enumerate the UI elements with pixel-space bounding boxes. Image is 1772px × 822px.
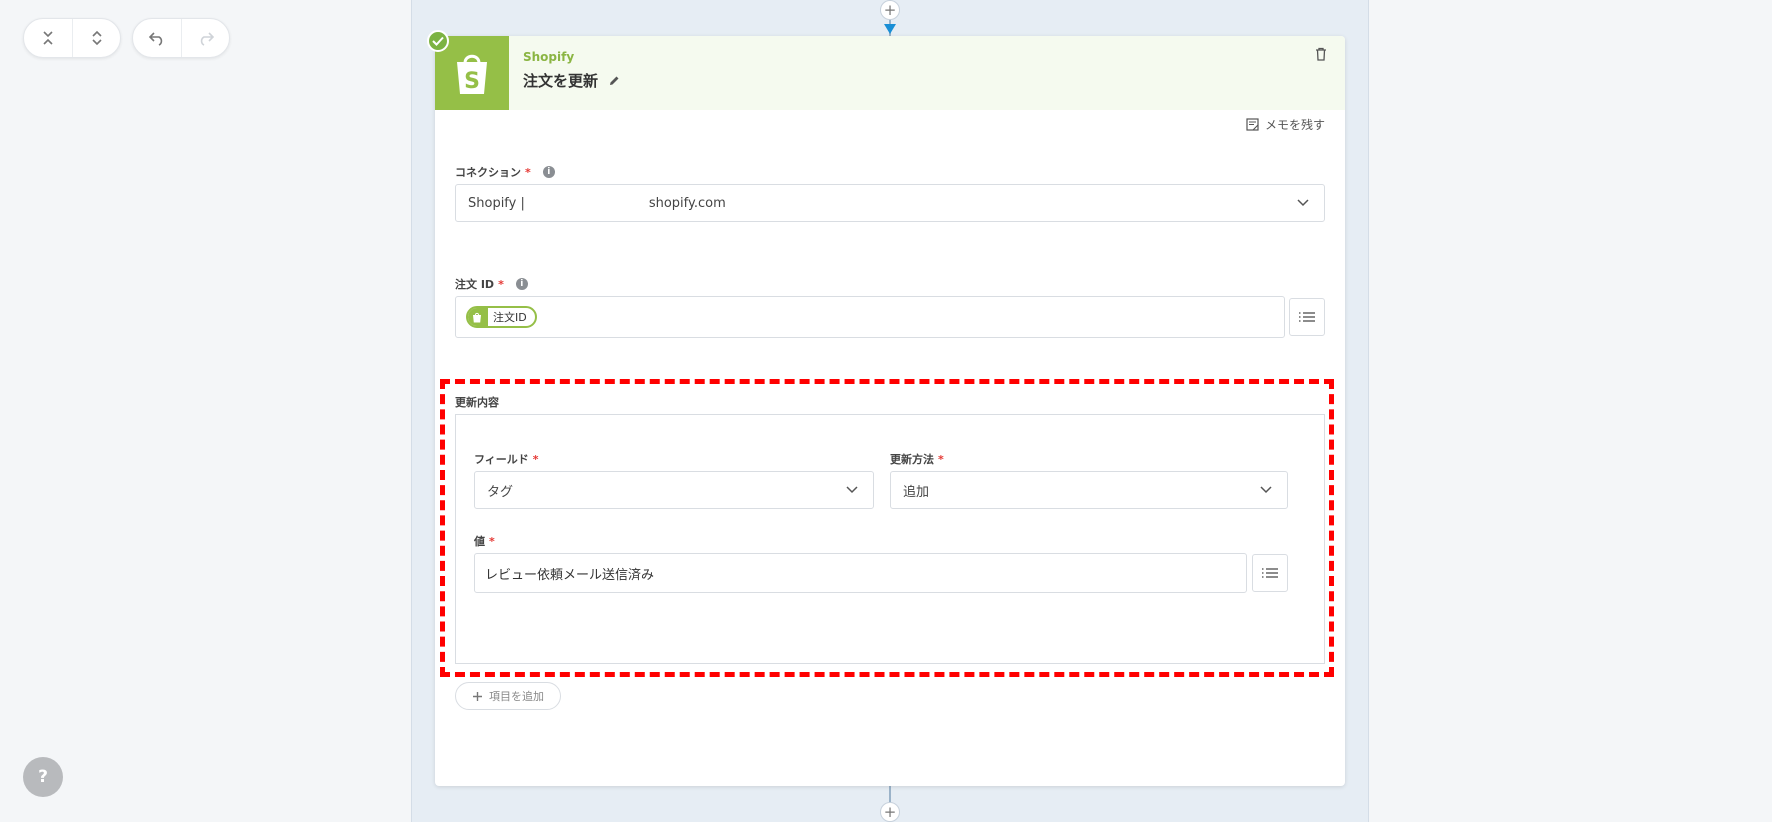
card-header: S Shopify 注文を更新 [427,30,1345,110]
undo-button[interactable] [133,19,181,57]
expand-all-button[interactable] [72,19,120,57]
info-icon[interactable]: i [515,278,528,290]
connection-label: コネクション * i [455,164,555,180]
plus-icon: + [883,802,897,821]
completed-check-icon [427,30,449,52]
order-id-label: 注文 ID * i [455,276,528,292]
help-button[interactable]: ? [23,757,63,797]
help-label: ? [38,767,48,787]
connection-label-text: コネクション [455,166,521,179]
app-name: Shopify [523,50,575,64]
order-id-variable-picker-button[interactable] [1289,298,1325,336]
add-step-top-button[interactable]: + [880,0,900,20]
required-mark: * [498,277,504,291]
add-item-label: 項目を追加 [489,690,544,703]
required-mark: * [525,165,531,179]
order-id-input[interactable]: 注文ID [455,296,1285,338]
action-title: 注文を更新 [523,70,620,91]
delete-step-button[interactable] [1315,46,1327,65]
add-item-button[interactable]: 項目を追加 [455,682,561,710]
collapse-all-button[interactable] [24,19,72,57]
redo-button[interactable] [181,19,229,57]
chip-label: 注文ID [493,311,527,324]
undo-icon [148,32,163,46]
edit-pencil-icon[interactable] [608,75,620,87]
redo-icon [200,32,214,46]
chevron-down-icon [1297,199,1309,207]
history-group [132,18,230,58]
memo-label: メモを残す [1264,118,1325,132]
action-title-text: 注文を更新 [523,72,599,90]
add-memo-button[interactable]: メモを残す [1246,116,1325,133]
info-icon[interactable]: i [542,166,555,178]
flow-arrow-icon [884,24,896,34]
add-step-bottom-button[interactable]: + [880,802,900,822]
shopify-chip-icon [467,308,488,326]
trash-icon [1316,47,1326,61]
order-id-variable-chip[interactable]: 注文ID [466,306,537,328]
expand-all-icon [91,30,102,46]
list-icon [1299,312,1315,322]
order-id-label-text: 注文 ID [455,278,495,291]
connection-value: Shopify | shopify.com [468,195,726,211]
collapse-all-icon [43,31,53,45]
highlight-annotation [440,379,1334,677]
header-text: Shopify 注文を更新 [509,36,620,110]
plus-icon [473,691,482,701]
plus-icon: + [883,0,897,19]
connection-select[interactable]: Shopify | shopify.com [455,184,1325,222]
shopify-bag-icon: S [457,54,487,94]
memo-icon [1246,118,1259,131]
svg-text:S: S [464,69,480,94]
collapse-expand-group [23,18,121,58]
